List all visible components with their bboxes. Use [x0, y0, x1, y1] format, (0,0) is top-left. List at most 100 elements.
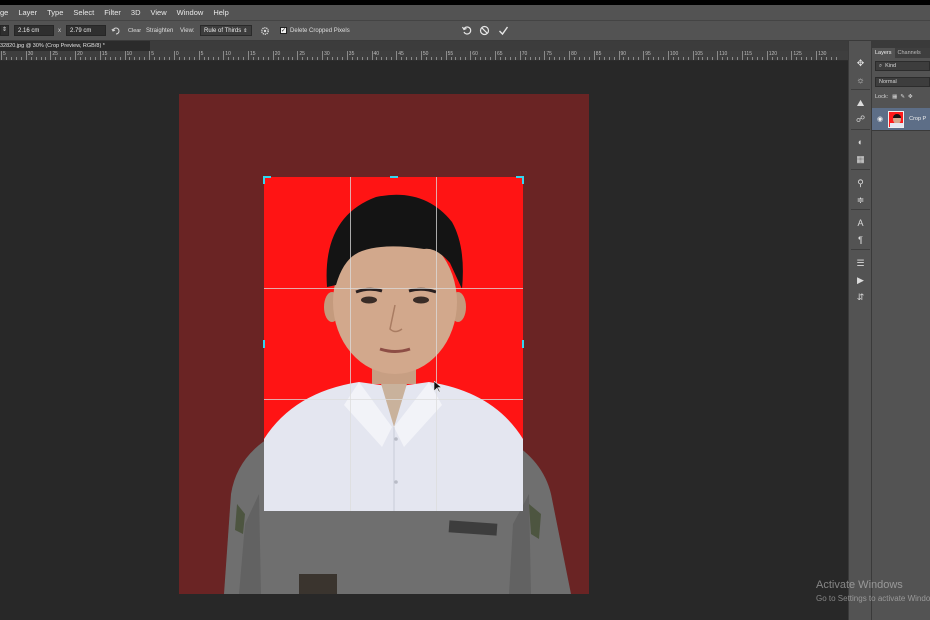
play-icon[interactable]: ▶ [854, 274, 867, 286]
ruler-tick [396, 51, 398, 60]
channels-icon[interactable]: ☰ [854, 257, 867, 269]
ruler-tick [401, 57, 403, 60]
blend-mode-dropdown[interactable]: Normal [875, 77, 930, 87]
ruler-tick [480, 57, 482, 60]
ruler-tick [40, 57, 42, 60]
delete-cropped-pixels-option[interactable]: ✓ Delete Cropped Pixels [280, 25, 350, 36]
ruler-tick [292, 57, 294, 60]
straighten-button[interactable]: Straighten [146, 25, 173, 36]
menu-view[interactable]: View [146, 8, 172, 17]
layer-row-crop-preview[interactable]: ◉ Crop P [872, 108, 930, 130]
ruler-tick [420, 51, 422, 60]
commit-crop-icon[interactable] [497, 24, 510, 37]
crop-handle-top-right-vertical[interactable] [522, 176, 524, 184]
ruler-tick [119, 57, 121, 60]
lock-image-icon[interactable]: ✎ [900, 94, 905, 100]
crop-handle-top-middle[interactable] [390, 176, 398, 178]
ruler-tick [5, 57, 7, 60]
crop-height-input[interactable]: 2.79 cm [66, 25, 106, 36]
crop-handle-left-middle[interactable] [263, 340, 265, 348]
ruler-tick [307, 57, 309, 60]
ruler-tick [583, 57, 585, 60]
ruler-tick [440, 57, 442, 60]
paragraph-icon[interactable]: ¶ [854, 234, 867, 246]
crop-width-input[interactable]: 2.16 cm [14, 25, 54, 36]
menu-type[interactable]: Type [42, 8, 68, 17]
ruler-tick [598, 57, 600, 60]
horizontal-ruler[interactable]: 5 30 25 20 15 10 5 0 5 10 15 20 25 30 35 40 45 50 55 60 65 70… [0, 51, 848, 61]
swap-arrows-icon[interactable] [109, 24, 122, 37]
portrait-photo [264, 194, 523, 511]
menu-select[interactable]: Select [68, 8, 99, 17]
view-overlay-dropdown[interactable]: Rule of Thirds ⇕ [200, 25, 252, 36]
ruler-tick [796, 57, 798, 60]
delete-cropped-checkbox[interactable]: ✓ [280, 27, 287, 34]
ruler-tick-label: 115 [744, 51, 752, 57]
color-icon[interactable]: ◐ [854, 136, 867, 148]
cancel-crop-icon[interactable] [478, 24, 491, 37]
move-icon[interactable]: ✥ [854, 57, 867, 69]
character-icon[interactable]: A [854, 217, 867, 229]
clear-button[interactable]: Clear [128, 25, 141, 36]
ruler-tick [124, 51, 126, 60]
ruler-tick [178, 57, 180, 60]
ruler-tick [425, 57, 427, 60]
ruler-tick [608, 57, 610, 60]
history-icon[interactable]: ☼ [854, 74, 867, 86]
layer-divider [872, 130, 930, 131]
paint-bucket-icon[interactable]: ⛰ [854, 97, 867, 109]
ruler-tick [534, 57, 536, 60]
lock-transparent-icon[interactable]: ▦ [892, 94, 897, 100]
ruler-tick [732, 57, 734, 60]
ruler-tick [554, 57, 556, 60]
crop-handle-top-left-vertical[interactable] [263, 176, 265, 184]
menu-filter[interactable]: Filter [99, 8, 126, 17]
menu-3d[interactable]: 3D [126, 8, 146, 17]
layer-filter-value: Kind [885, 63, 897, 69]
crop-settings-gear-icon[interactable] [258, 24, 271, 37]
visibility-eye-icon[interactable]: ◉ [877, 115, 883, 123]
document-canvas[interactable] [179, 94, 589, 594]
ruler-tick [238, 57, 240, 60]
sliders-icon[interactable]: ≑ [854, 194, 867, 206]
ruler-tick [213, 57, 215, 60]
ruler-tick [65, 57, 67, 60]
thirds-grid-line [264, 399, 523, 400]
swap-dimensions-icon[interactable]: x [58, 25, 61, 36]
reset-crop-icon[interactable] [460, 24, 473, 37]
document-tab-bar: 32820.jpg @ 30% (Crop Preview, RGB/8) * [0, 41, 848, 51]
crop-handle-right-middle[interactable] [522, 340, 524, 348]
menu-bar: ge Layer Type Select Filter 3D View Wind… [0, 5, 930, 20]
ruler-tick [55, 57, 57, 60]
ruler-tick [658, 57, 660, 60]
menu-image[interactable]: ge [0, 8, 13, 17]
ruler-tick [376, 57, 378, 60]
tab-layers[interactable]: Layers [872, 48, 895, 58]
ruler-tick [455, 57, 457, 60]
ruler-tick [411, 57, 413, 60]
clone-icon[interactable]: ⚲ [854, 177, 867, 189]
swatches-icon[interactable]: ▦ [854, 153, 867, 165]
ruler-tick [801, 57, 803, 60]
document-tab[interactable]: 32820.jpg @ 30% (Crop Preview, RGB/8) * [0, 41, 150, 51]
crop-preview-region[interactable] [264, 177, 523, 511]
ruler-tick [569, 51, 571, 60]
lock-position-icon[interactable]: ✥ [908, 94, 913, 100]
menu-help[interactable]: Help [208, 8, 233, 17]
canvas-area[interactable] [0, 61, 848, 620]
ruler-tick [84, 57, 86, 60]
ruler-tick [574, 57, 576, 60]
tab-channels[interactable]: Channels [895, 48, 924, 58]
menu-window[interactable]: Window [172, 8, 209, 17]
layer-filter-dropdown[interactable]: ⌕ Kind [875, 61, 930, 71]
ruler-tick [821, 57, 823, 60]
ruler-tick [806, 57, 808, 60]
view-label: View: [180, 27, 195, 34]
menu-layer[interactable]: Layer [13, 8, 42, 17]
ruler-tick [514, 57, 516, 60]
timeline-icon[interactable]: ⇵ [854, 291, 867, 303]
ruler-tick [524, 57, 526, 60]
ruler-tick [10, 57, 12, 60]
adjustments-icon[interactable]: ☍ [854, 113, 867, 125]
ratio-stepper[interactable]: ⇕ [0, 25, 9, 36]
